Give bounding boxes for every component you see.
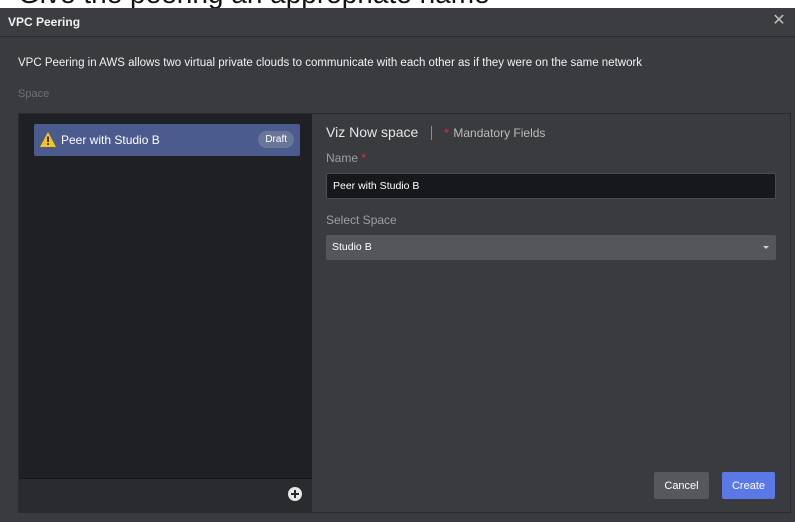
space-item-label: Peer with Studio B [61, 133, 160, 147]
space-list-item[interactable]: Peer with Studio B Draft [34, 124, 300, 156]
status-badge: Draft [258, 131, 294, 148]
select-space-label: Select Space [326, 213, 397, 227]
chevron-down-icon [763, 246, 769, 249]
name-input[interactable] [326, 173, 776, 199]
required-marker: * [444, 126, 449, 140]
close-icon[interactable]: ✕ [769, 11, 789, 31]
cancel-button[interactable]: Cancel [654, 472, 709, 499]
warning-icon [40, 132, 56, 147]
dialog-titlebar: VPC Peering ✕ [0, 8, 795, 37]
select-space-dropdown[interactable]: Studio B [326, 235, 776, 260]
create-button[interactable]: Create [722, 472, 775, 499]
form-title: Viz Now space [326, 124, 419, 140]
name-label-text: Name [326, 151, 359, 165]
header-divider [430, 125, 432, 140]
select-space-value: Studio B [332, 241, 372, 253]
space-list-footer [19, 478, 312, 512]
dialog-title: VPC Peering [8, 15, 81, 29]
add-space-icon[interactable] [288, 487, 302, 501]
dialog-description: VPC Peering in AWS allows two virtual pr… [18, 57, 643, 69]
section-label-space: Space [18, 88, 50, 100]
name-field-label: Name * [326, 151, 366, 165]
space-form-panel: Viz Now space * Mandatory Fields Name * … [312, 114, 790, 512]
mandatory-fields-text: Mandatory Fields [453, 126, 546, 140]
background-caption-fragment: Give the peering an appropriate name [0, 0, 795, 8]
name-required-marker: * [361, 151, 367, 165]
form-header: Viz Now space * Mandatory Fields [326, 124, 545, 142]
content-frame: Peer with Studio B Draft Viz Now space *… [18, 113, 791, 513]
space-list-panel: Peer with Studio B Draft [19, 114, 312, 512]
vpc-peering-dialog: VPC Peering ✕ VPC Peering in AWS allows … [0, 8, 795, 522]
